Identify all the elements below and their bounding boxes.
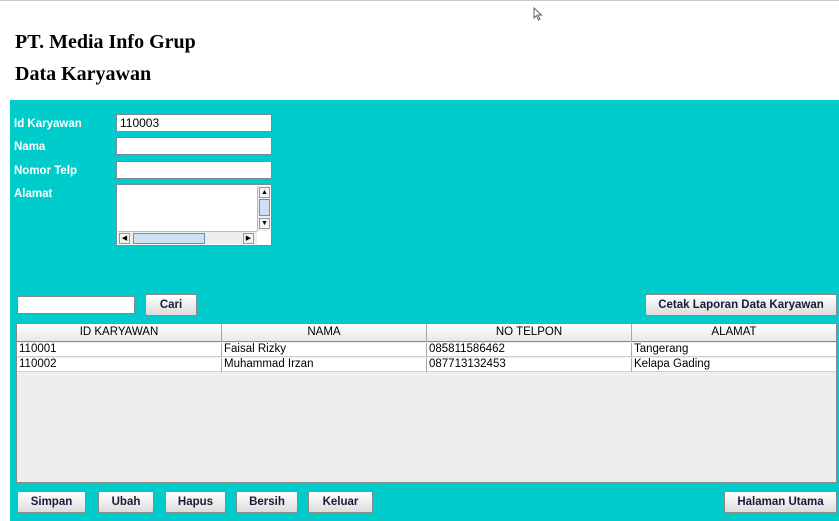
cell-alamat: Kelapa Gading [634, 358, 711, 370]
search-input[interactable] [17, 296, 135, 314]
simpan-button[interactable]: Simpan [17, 491, 86, 513]
scroll-left-icon[interactable]: ◀ [119, 233, 130, 244]
column-header-telpon[interactable]: NO TELPON [427, 324, 632, 342]
column-header-nama[interactable]: NAMA [222, 324, 427, 342]
table-row[interactable]: 110001 Faisal Rizky 085811586462 Tangera… [17, 343, 836, 357]
id-karyawan-label: Id Karyawan [14, 118, 82, 130]
alamat-horizontal-scrollbar[interactable]: ◀ ▶ [118, 231, 257, 244]
vertical-scroll-thumb[interactable] [259, 199, 270, 216]
keluar-button[interactable]: Keluar [308, 491, 373, 513]
scroll-right-icon[interactable]: ▶ [243, 233, 254, 244]
cell-telpon: 087713132453 [427, 358, 632, 372]
app-window: PT. Media Info Grup Data Karyawan Id Kar… [0, 0, 839, 521]
hapus-button[interactable]: Hapus [165, 491, 226, 513]
ubah-button[interactable]: Ubah [98, 491, 154, 513]
alamat-label: Alamat [14, 188, 53, 200]
cetak-laporan-button[interactable]: Cetak Laporan Data Karyawan [645, 294, 837, 316]
cell-nama: Muhammad Irzan [222, 358, 427, 372]
cell-id: 110002 [17, 358, 222, 372]
cell-telpon: 085811586462 [427, 343, 632, 357]
column-header-alamat[interactable]: ALAMAT [632, 324, 836, 342]
nomor-telp-field[interactable] [116, 161, 272, 179]
header: PT. Media Info Grup Data Karyawan [0, 1, 839, 100]
nama-label: Nama [14, 141, 46, 153]
table-header: ID KARYAWAN NAMA NO TELPON ALAMAT [17, 324, 836, 342]
alamat-vertical-scrollbar[interactable]: ▲ ▼ [257, 186, 270, 231]
mouse-cursor-icon [533, 7, 543, 21]
id-karyawan-field[interactable]: 110003 [116, 114, 272, 132]
cell-alamat: Tangerang [634, 343, 689, 355]
cell-id: 110001 [17, 343, 222, 357]
nomor-telp-label: Nomor Telp [14, 165, 78, 177]
page-title: Data Karyawan [15, 63, 152, 85]
scroll-down-icon[interactable]: ▼ [259, 218, 270, 229]
cari-button[interactable]: Cari [145, 294, 197, 316]
bersih-button[interactable]: Bersih [236, 491, 298, 513]
alamat-textarea[interactable]: ▲ ▼ ◀ ▶ [116, 184, 272, 246]
horizontal-scroll-thumb[interactable] [133, 233, 205, 244]
column-header-id[interactable]: ID KARYAWAN [17, 324, 222, 342]
company-title: PT. Media Info Grup [15, 31, 196, 53]
table-row[interactable]: 110002 Muhammad Irzan 087713132453 Kelap… [17, 358, 836, 372]
cell-nama: Faisal Rizky [222, 343, 427, 357]
halaman-utama-button[interactable]: Halaman Utama [724, 491, 837, 513]
nama-field[interactable] [116, 137, 272, 155]
scroll-up-icon[interactable]: ▲ [259, 187, 270, 198]
employee-table: ID KARYAWAN NAMA NO TELPON ALAMAT 110001… [16, 323, 837, 483]
